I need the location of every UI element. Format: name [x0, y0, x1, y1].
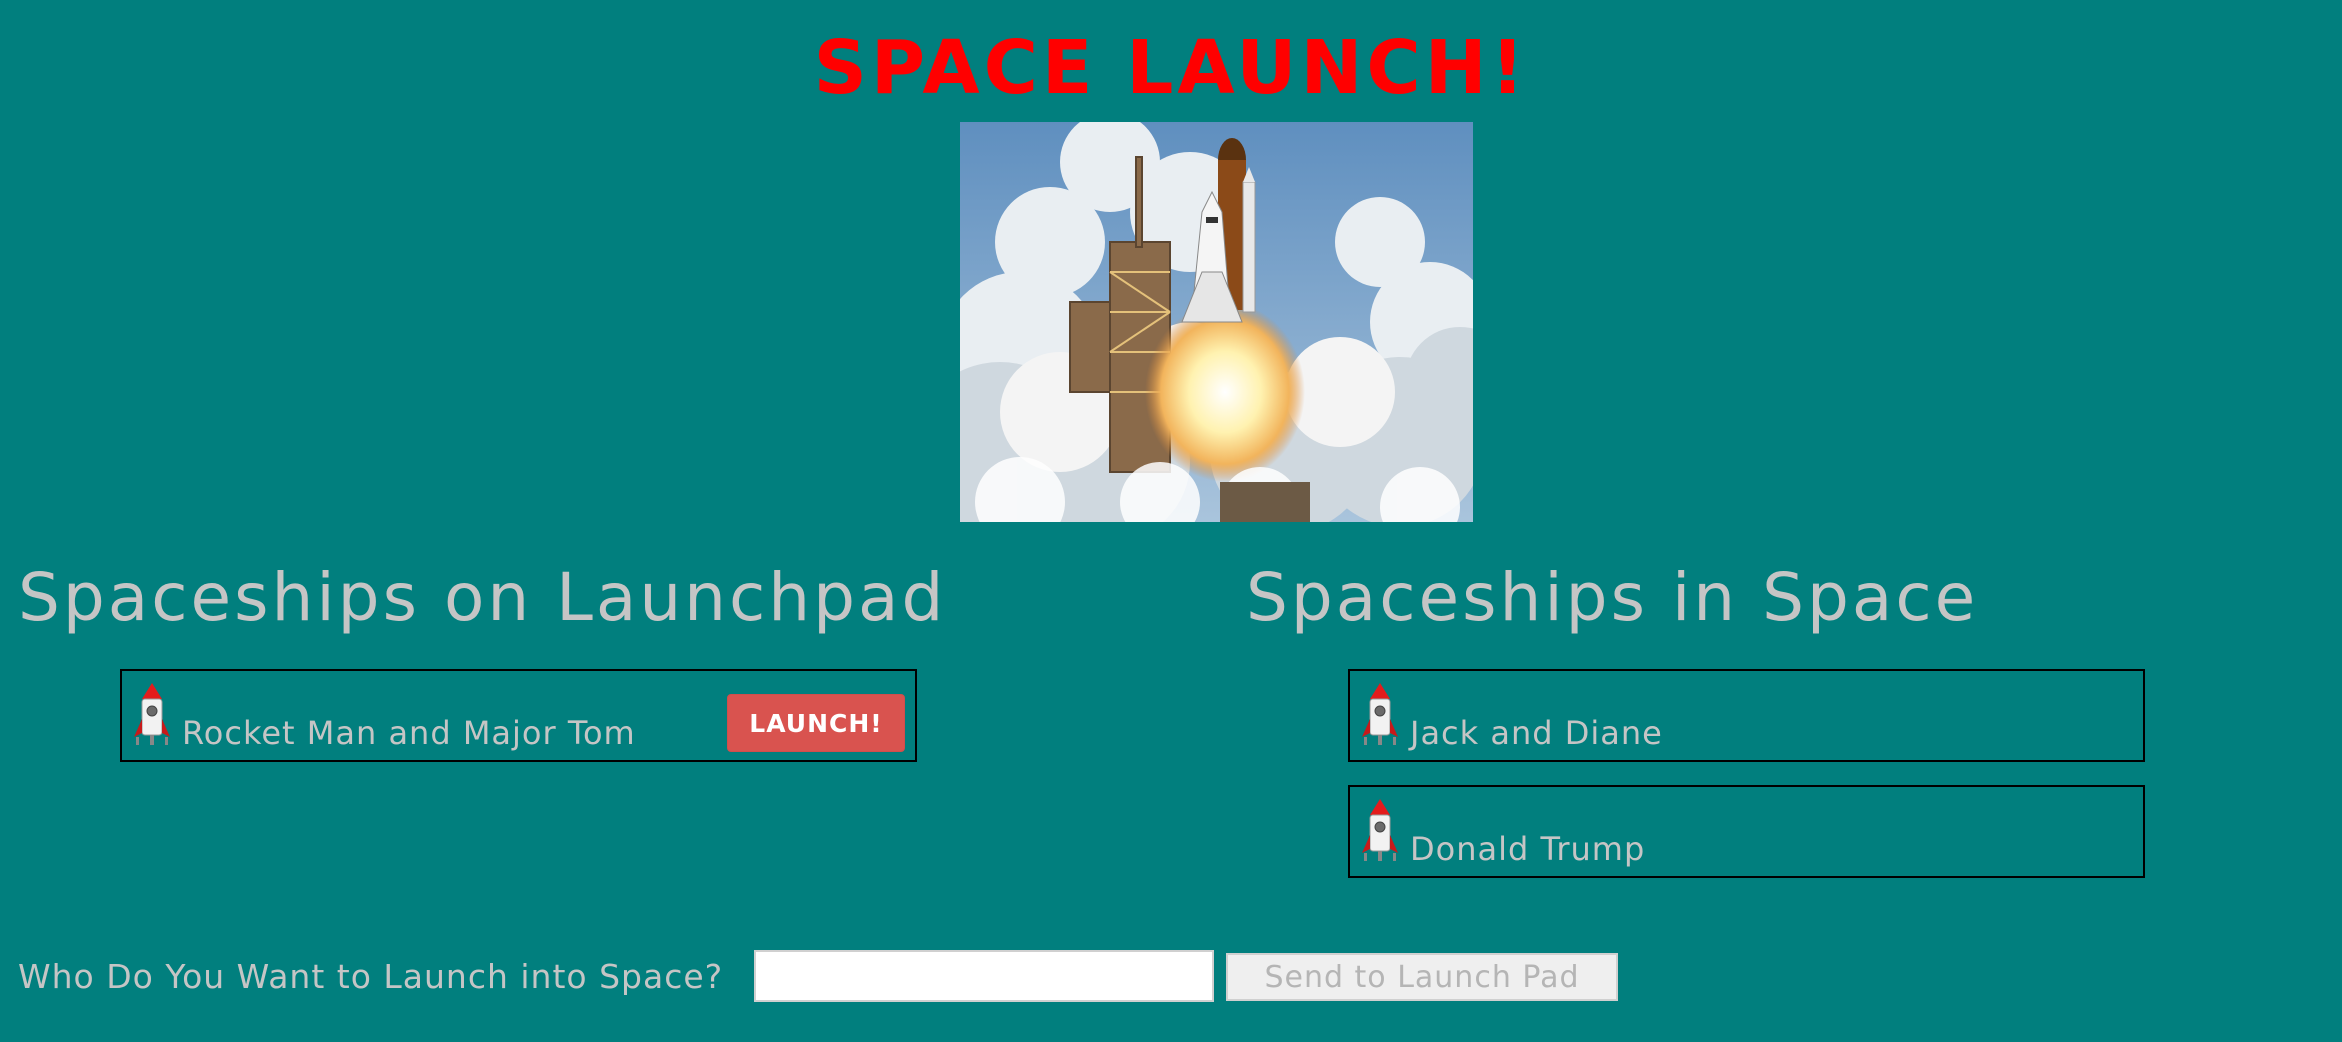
ship-name-input[interactable]	[754, 950, 1214, 1002]
space-ship-card: Jack and Diane	[1348, 669, 2145, 762]
send-to-launch-pad-button[interactable]: Send to Launch Pad	[1226, 953, 1618, 1001]
launchpad-heading: Spaceships on Launchpad	[18, 559, 947, 636]
launchpad-ship-card: Rocket Man and Major Tom LAUNCH!	[120, 669, 917, 762]
space-ship-name: Jack and Diane	[1410, 714, 1663, 752]
space-ship-name: Donald Trump	[1410, 830, 1646, 868]
space-ship-card: Donald Trump	[1348, 785, 2145, 878]
rocket-icon	[1360, 681, 1400, 747]
space-shuttle-launch-image	[960, 122, 1473, 522]
space-heading: Spaceships in Space	[1246, 559, 1979, 636]
launchpad-ship-name: Rocket Man and Major Tom	[182, 714, 636, 752]
launch-form-label: Who Do You Want to Launch into Space?	[18, 957, 724, 996]
page-title: SPACE LAUNCH!	[813, 25, 1529, 111]
rocket-icon	[132, 681, 172, 747]
rocket-icon	[1360, 797, 1400, 863]
launch-button[interactable]: LAUNCH!	[727, 694, 905, 752]
